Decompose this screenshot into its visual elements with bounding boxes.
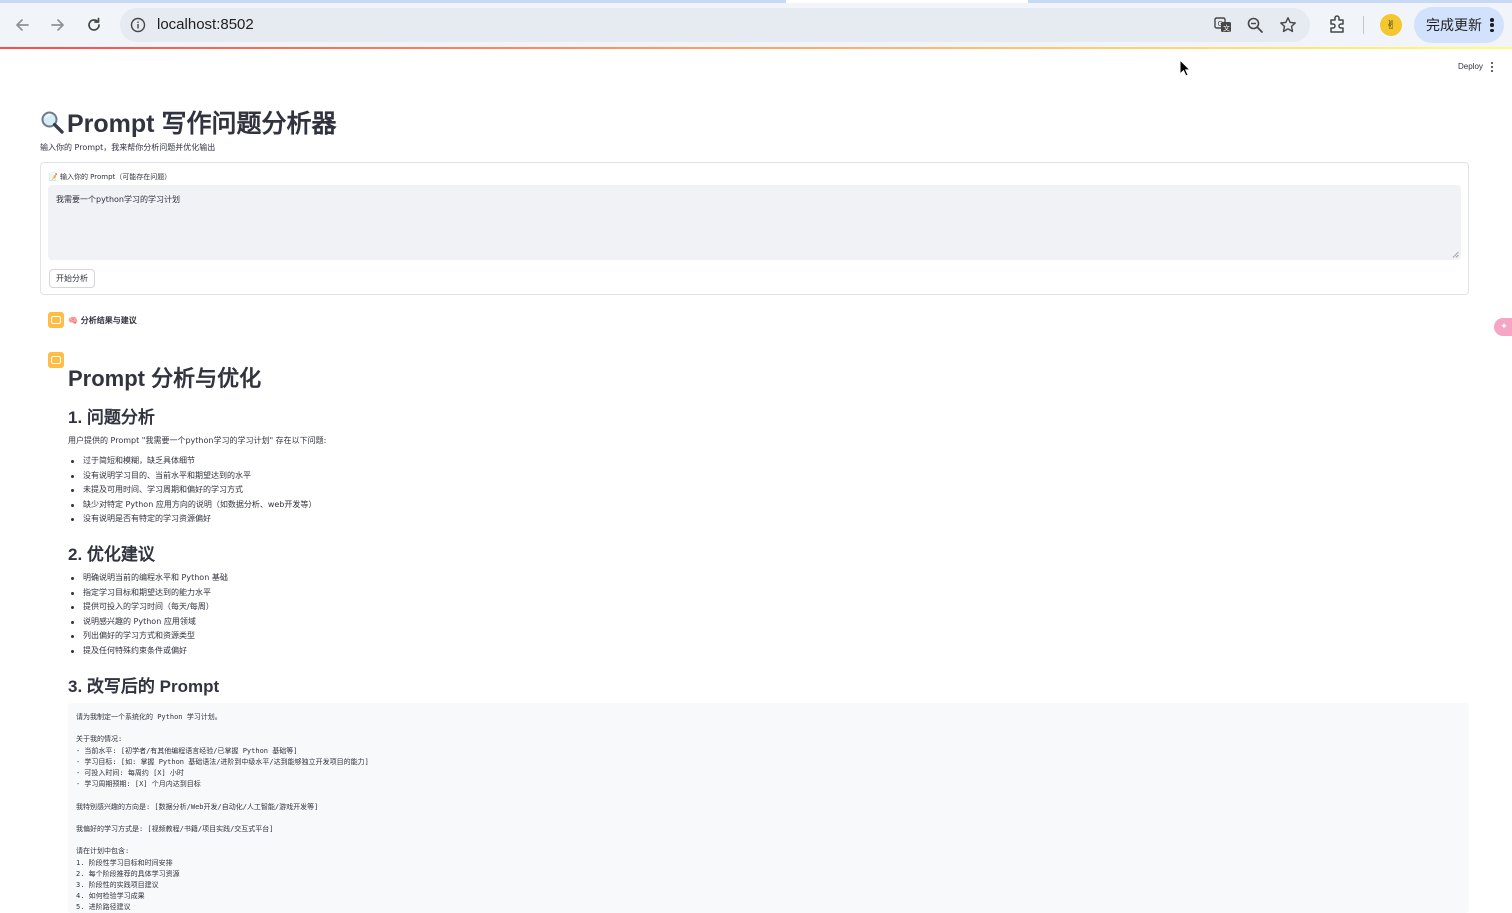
more-vert-icon <box>1490 18 1494 32</box>
profile-avatar[interactable]: ✌ <box>1380 14 1402 36</box>
main-menu-icon[interactable] <box>1490 62 1494 72</box>
bookmark-star-icon[interactable] <box>1279 16 1297 34</box>
suggestions-list: 明确说明当前的编程水平和 Python 基础 指定学习目标和期望达到的能力水平 … <box>68 572 228 659</box>
list-item: 说明感兴趣的 Python 应用领域 <box>68 616 228 631</box>
section-heading-suggestions: 2. 优化建议 <box>68 545 155 564</box>
extensions-icon[interactable] <box>1327 13 1349 35</box>
reload-icon <box>88 17 100 31</box>
address-bar[interactable]: localhost:8502 G文 <box>120 8 1310 42</box>
browser-toolbar: localhost:8502 G文 ✌ 完成更新 <box>0 0 1512 48</box>
list-item: 缺少对特定 Python 应用方向的说明（如数据分析、web开发等） <box>68 499 316 514</box>
reload-button[interactable] <box>81 12 107 38</box>
analyze-button[interactable]: 开始分析 <box>49 269 95 288</box>
update-button-label: 完成更新 <box>1426 18 1482 34</box>
assistant-avatar-icon <box>48 312 64 328</box>
toolbar-divider <box>1363 16 1364 34</box>
forward-button[interactable] <box>45 12 71 38</box>
list-item: 明确说明当前的编程水平和 Python 基础 <box>68 572 228 587</box>
section-heading-rewrite: 3. 改写后的 Prompt <box>68 677 220 696</box>
app-header-accent <box>0 47 1512 49</box>
prompt-form: 📝 输入你的 Prompt（可能存在问题） 我需要一个python学习的学习计划… <box>40 162 1469 295</box>
update-button[interactable]: 完成更新 <box>1414 7 1504 43</box>
arrow-left-icon <box>16 19 29 31</box>
prompt-textarea-value: 我需要一个python学习的学习计划 <box>56 195 180 204</box>
list-item: 提供可投入的学习时间（每天/每周） <box>68 601 228 616</box>
mouse-cursor-icon <box>1179 59 1191 77</box>
page-load-progress <box>0 0 1512 3</box>
list-item: 未提及可用时间、学习周期和偏好的学习方式 <box>68 484 316 499</box>
result-title: Prompt 分析与优化 <box>68 366 262 391</box>
list-item: 没有说明是否有特定的学习资源偏好 <box>68 513 316 528</box>
result-header: 🧠 分析结果与建议 <box>68 316 137 325</box>
svg-text:文: 文 <box>1223 24 1230 33</box>
arrow-right-icon <box>51 19 64 31</box>
list-item: 指定学习目标和期望达到的能力水平 <box>68 587 228 602</box>
assistant-avatar-icon <box>48 352 64 368</box>
rewritten-prompt-code-block[interactable]: 请为我制定一个系统化的 Python 学习计划。 关于我的情况: - 当前水平:… <box>68 703 1469 913</box>
deploy-button[interactable]: Deploy <box>1458 62 1483 71</box>
list-item: 提及任何特殊约束条件或偏好 <box>68 645 228 660</box>
magnifier-icon <box>40 110 64 134</box>
zoom-icon[interactable] <box>1246 16 1264 34</box>
sidebar-assistant-icon[interactable]: ✦ <box>1494 318 1512 336</box>
page-subtitle: 输入你的 Prompt，我来帮你分析问题并优化输出 <box>40 143 216 152</box>
site-info-icon[interactable] <box>129 16 147 34</box>
problems-intro: 用户提供的 Prompt "我需要一个python学习的学习计划" 存在以下问题… <box>68 436 327 445</box>
problems-list: 过于简短和模糊，缺乏具体细节 没有说明学习目的、当前水平和期望达到的水平 未提及… <box>68 455 316 528</box>
translate-icon[interactable]: G文 <box>1214 16 1232 34</box>
page-title: Prompt 写作问题分析器 <box>40 104 336 140</box>
url-text[interactable]: localhost:8502 <box>157 16 254 33</box>
list-item: 没有说明学习目的、当前水平和期望达到的水平 <box>68 470 316 485</box>
prompt-textarea[interactable]: 我需要一个python学习的学习计划 <box>48 185 1461 260</box>
section-heading-problems: 1. 问题分析 <box>68 408 155 427</box>
list-item: 列出偏好的学习方式和资源类型 <box>68 630 228 645</box>
list-item: 过于简短和模糊，缺乏具体细节 <box>68 455 316 470</box>
back-button[interactable] <box>9 12 35 38</box>
resize-handle-icon[interactable] <box>1452 251 1459 258</box>
prompt-input-label: 📝 输入你的 Prompt（可能存在问题） <box>49 173 172 181</box>
